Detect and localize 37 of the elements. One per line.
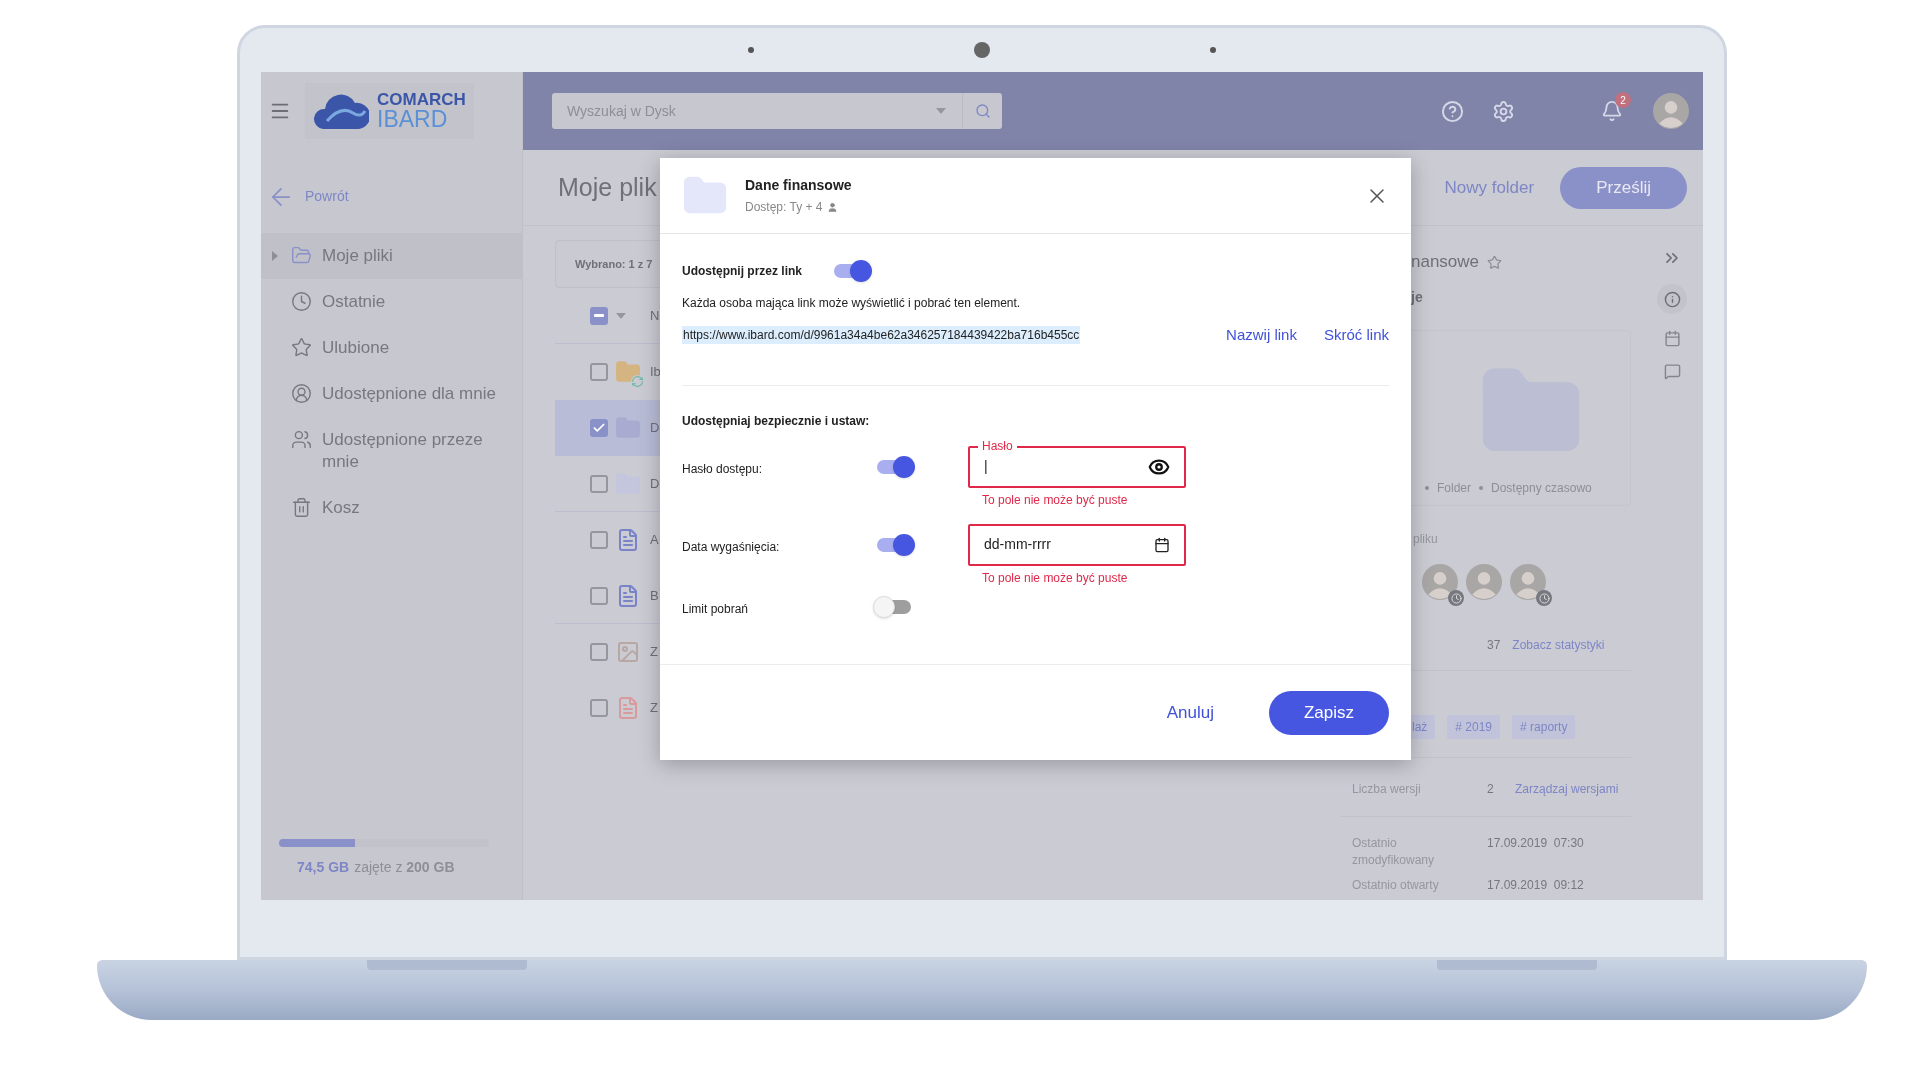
date-value: 17.09.2019 07:30 (1487, 835, 1585, 852)
access-text: Dostęp: Ty + 4 (745, 199, 823, 216)
storage-used: 74,5 GB (297, 858, 350, 877)
page-title: Moje plik (558, 171, 657, 203)
section-heading: Udostępniaj bezpiecznie i ustaw: (682, 412, 871, 430)
sidebar-item-label: Kosz (322, 497, 361, 519)
sidebar-item-label: Udostępnione przeze mnie (322, 429, 484, 473)
sidebar-item-label: Udostępnione dla mnie (322, 383, 497, 405)
panel-title: nansowe (1411, 251, 1480, 274)
versions-value: 2 (1487, 781, 1495, 798)
option-label: Data wygaśnięcia: (682, 538, 781, 556)
meta-text: Folder (1437, 480, 1471, 497)
dialog-title: Dane finansowe (745, 176, 852, 195)
sidebar-item-label: Moje pliki (322, 245, 394, 267)
section-title: je (1411, 287, 1423, 307)
logo-text: COMARCH (377, 91, 466, 108)
file-name: B (650, 586, 659, 605)
file-name: Z (650, 643, 658, 662)
option-label: Udostępnij przez link (682, 263, 802, 280)
file-name: A (650, 531, 659, 550)
file-name: Z (650, 699, 658, 718)
option-label: Limit pobrań (682, 600, 750, 618)
file-name: Ib (650, 363, 661, 382)
file-name: D (650, 419, 660, 438)
stat-value: 37 (1487, 637, 1501, 654)
date-value: 17.09.2019 09:12 (1487, 877, 1585, 894)
option-label: Hasło dostępu: (682, 460, 764, 478)
meta-text: Dostępny czasowo (1491, 480, 1592, 497)
error-text: To pole nie może być puste (981, 491, 1129, 509)
sidebar-item-label: Ulubione (322, 337, 391, 359)
notification-badge: 2 (1615, 92, 1631, 108)
logo-text: IBARD (377, 108, 449, 131)
error-text: To pole nie może być puste (981, 569, 1129, 587)
storage-total: zajęte z 200 GB (354, 858, 455, 877)
file-name: D (650, 474, 660, 493)
sidebar-item-label: Ostatnie (322, 291, 387, 313)
description-text: Każda osoba mająca link może wyświetlić i pobrać ten element. (682, 295, 1022, 312)
